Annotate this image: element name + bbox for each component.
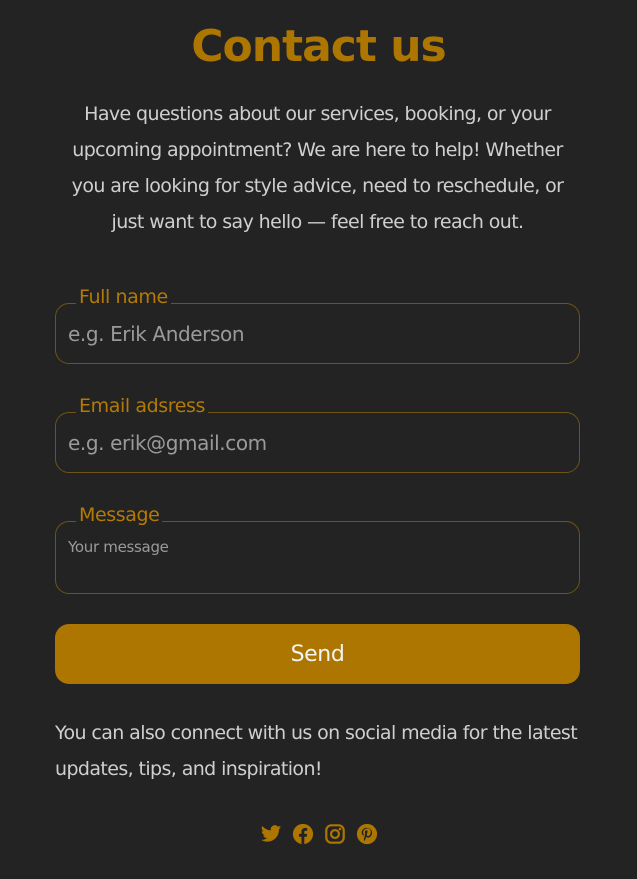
email-field: Email adsress [55,393,580,473]
contact-page: Contact us Have questions about our serv… [0,0,637,879]
message-textarea[interactable] [56,522,579,593]
full-name-label: Full name [76,284,171,310]
message-field: Message [55,502,580,594]
instagram-link[interactable] [324,823,346,845]
social-links [0,823,637,849]
facebook-link[interactable] [292,823,314,845]
twitter-icon [260,825,281,842]
message-label: Message [76,502,163,528]
email-label: Email adsress [76,393,209,419]
facebook-icon [292,823,313,845]
social-text: You can also connect with us on social m… [55,722,578,780]
send-button[interactable]: Send [55,624,580,684]
instagram-icon [324,824,345,844]
twitter-link[interactable] [260,823,282,845]
page-title: Contact us [191,21,447,72]
email-input[interactable] [56,413,579,472]
intro-text: Have questions about our services, booki… [71,103,564,233]
pinterest-link[interactable] [356,823,378,845]
full-name-input[interactable] [56,304,579,363]
pinterest-icon [356,823,377,845]
full-name-field: Full name [55,284,580,364]
